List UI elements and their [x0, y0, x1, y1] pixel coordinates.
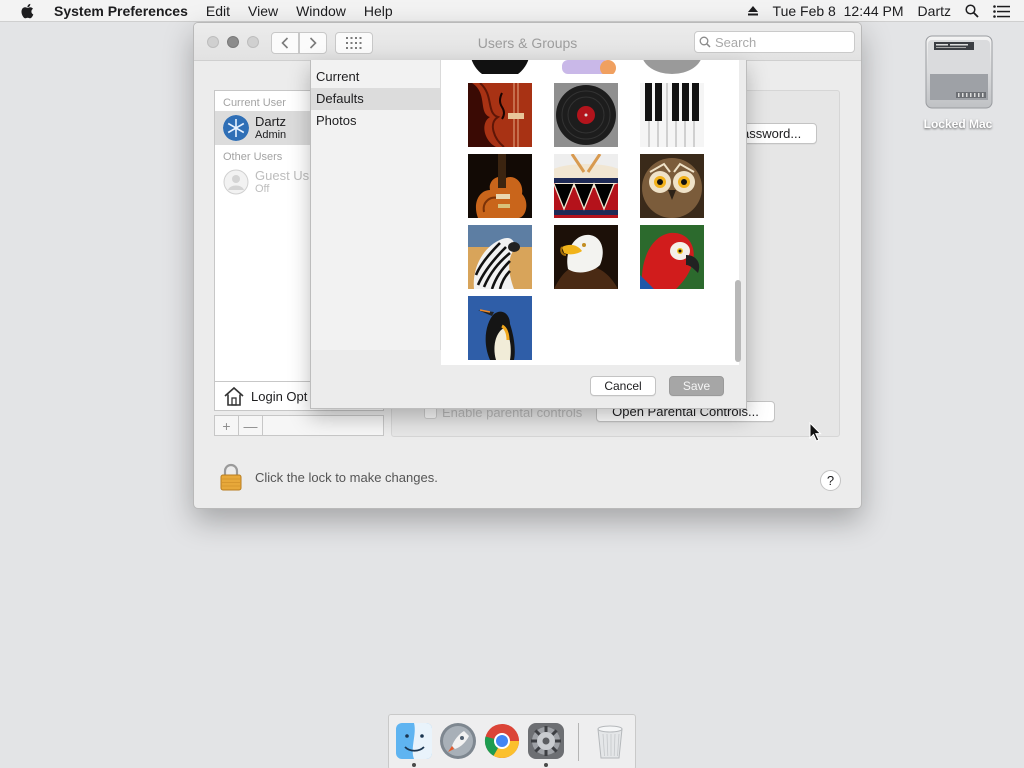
chrome-icon[interactable] [483, 722, 521, 760]
menu-edit[interactable]: Edit [197, 3, 239, 19]
source-photos[interactable]: Photos [311, 110, 440, 132]
source-defaults[interactable]: Defaults [311, 88, 440, 110]
guitar-picture[interactable] [468, 154, 532, 218]
source-current[interactable]: Current [311, 66, 440, 88]
apple-menu-icon[interactable] [19, 2, 37, 20]
menu-help[interactable]: Help [355, 3, 402, 19]
guest-avatar-icon [223, 169, 249, 195]
desktop-disk-item[interactable]: Locked Mac [916, 32, 1000, 131]
cropped-golf-ball-picture[interactable] [640, 60, 704, 74]
launchpad-icon[interactable] [439, 722, 477, 760]
house-icon [224, 386, 244, 406]
finder-icon[interactable] [395, 722, 433, 760]
lock-icon[interactable] [219, 463, 243, 491]
violin-picture[interactable] [468, 83, 532, 147]
current-user-name: Dartz [255, 114, 287, 129]
piano-keys-picture[interactable] [640, 83, 704, 147]
guest-user-status: Off [255, 183, 270, 195]
help-button[interactable]: ? [820, 470, 841, 491]
picture-source-list: Current Defaults Photos [311, 60, 441, 350]
dock [388, 714, 636, 768]
trash-icon[interactable] [591, 722, 629, 760]
picture-grid [441, 60, 739, 365]
spotlight-search-icon[interactable] [965, 4, 979, 18]
save-button[interactable]: Save [669, 376, 724, 396]
cancel-button[interactable]: Cancel [590, 376, 656, 396]
lock-message: Click the lock to make changes. [255, 469, 438, 485]
login-options-label: Login Opt [251, 388, 308, 404]
notification-center-icon[interactable] [993, 4, 1010, 18]
window-titlebar: Users & Groups [194, 23, 861, 61]
parrot-picture[interactable] [640, 225, 704, 289]
hard-disk-icon [925, 35, 993, 109]
lock-row: Click the lock to make changes. [219, 463, 438, 491]
cropped-record-picture[interactable] [468, 60, 532, 74]
penguin-picture[interactable] [468, 296, 532, 360]
vinyl-record-picture[interactable] [554, 83, 618, 147]
finder-running-indicator [412, 763, 416, 767]
add-user-button[interactable]: + [215, 416, 239, 435]
snowflake-avatar-icon [223, 115, 249, 141]
menu-app-name[interactable]: System Preferences [54, 3, 197, 19]
menubar-user[interactable]: Dartz [918, 3, 951, 19]
search-input[interactable] [715, 34, 845, 50]
eagle-picture[interactable] [554, 225, 618, 289]
drum-picture[interactable] [554, 154, 618, 218]
dock-separator [578, 723, 579, 761]
eject-icon[interactable] [747, 5, 759, 17]
menubar-clock[interactable]: Tue Feb 8 12:44 PM [773, 3, 904, 19]
owl-picture[interactable] [640, 154, 704, 218]
picture-grid-scrollbar[interactable] [735, 280, 741, 362]
picture-picker-sheet: Current Defaults Photos Cancel Save [310, 60, 747, 409]
search-icon [699, 36, 711, 48]
zebra-picture[interactable] [468, 225, 532, 289]
add-remove-bar: + — [214, 415, 384, 436]
system-preferences-icon[interactable] [527, 722, 565, 760]
menu-view[interactable]: View [239, 3, 287, 19]
search-field[interactable] [694, 31, 855, 53]
disk-label: Locked Mac [923, 117, 993, 131]
mouse-cursor-icon [809, 422, 822, 442]
system-preferences-running-indicator [544, 763, 548, 767]
guest-user-name: Guest Us [255, 168, 310, 183]
remove-user-button[interactable]: — [239, 416, 263, 435]
cropped-pastel-picture[interactable] [554, 60, 618, 74]
current-user-role: Admin [255, 129, 287, 141]
menu-window[interactable]: Window [287, 3, 355, 19]
change-password-button[interactable]: assword... [739, 123, 817, 144]
menu-bar: System Preferences Edit View Window Help… [0, 0, 1024, 22]
